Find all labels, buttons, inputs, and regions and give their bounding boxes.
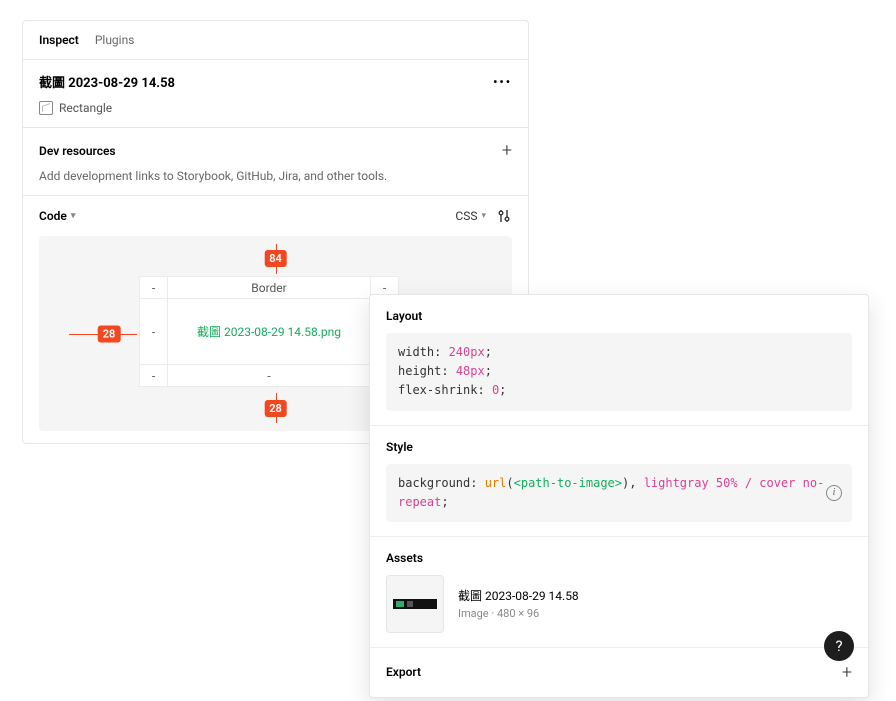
asset-dimensions: Image · 480 × 96 <box>458 607 579 620</box>
style-section: Style background: url(<path-to-image>), … <box>370 426 868 537</box>
settings-sliders-icon[interactable] <box>496 208 512 224</box>
measure-top: 84 <box>264 250 287 267</box>
chevron-down-icon: ▾ <box>481 211 486 221</box>
code-label[interactable]: Code ▾ <box>39 209 75 223</box>
help-button[interactable]: ? <box>824 631 854 661</box>
export-label: Export <box>386 665 421 679</box>
asset-thumbnail <box>386 575 444 633</box>
asset-row[interactable]: 截圖 2023-08-29 14.58 Image · 480 × 96 <box>386 575 852 633</box>
export-section: Export + <box>370 648 868 697</box>
chevron-down-icon: ▾ <box>71 211 76 221</box>
style-code[interactable]: background: url(<path-to-image>), lightg… <box>386 464 852 522</box>
box-model-content: 截圖 2023-08-29 14.58.png <box>168 299 371 365</box>
image-icon <box>39 101 53 115</box>
layout-code[interactable]: width: 240px; height: 48px; flex-shrink:… <box>386 333 852 411</box>
layer-title: 截圖 2023-08-29 14.58 <box>39 72 175 91</box>
layout-label: Layout <box>386 309 852 323</box>
dev-resources-desc: Add development links to Storybook, GitH… <box>39 169 512 183</box>
assets-label: Assets <box>386 551 852 565</box>
tabs: Inspect Plugins <box>23 21 528 60</box>
measure-bottom: 28 <box>264 400 287 417</box>
layout-section: Layout width: 240px; height: 48px; flex-… <box>370 295 868 426</box>
more-icon[interactable]: ••• <box>493 75 512 89</box>
style-label: Style <box>386 440 852 454</box>
tab-plugins[interactable]: Plugins <box>95 33 135 47</box>
tab-inspect[interactable]: Inspect <box>39 33 79 47</box>
layer-type: Rectangle <box>39 101 512 115</box>
dev-resources-title: Dev resources <box>39 144 116 158</box>
add-export-icon[interactable]: + <box>842 662 852 683</box>
border-label: Border <box>168 277 371 299</box>
properties-panel: Layout width: 240px; height: 48px; flex-… <box>369 294 869 698</box>
assets-section: Assets 截圖 2023-08-29 14.58 Image · 480 ×… <box>370 537 868 648</box>
info-icon[interactable]: i <box>826 485 842 501</box>
add-dev-resource-icon[interactable]: + <box>502 140 512 161</box>
box-model-grid: - Border - - 截圖 2023-08-29 14.58.png - -… <box>139 276 399 387</box>
layer-type-label: Rectangle <box>59 101 112 115</box>
layer-section: 截圖 2023-08-29 14.58 ••• Rectangle <box>23 60 528 128</box>
dev-resources-section: Dev resources + Add development links to… <box>23 128 528 196</box>
asset-name: 截圖 2023-08-29 14.58 <box>458 587 579 604</box>
measure-left: 28 <box>98 325 121 342</box>
code-lang-select[interactable]: CSS ▾ <box>455 209 486 223</box>
